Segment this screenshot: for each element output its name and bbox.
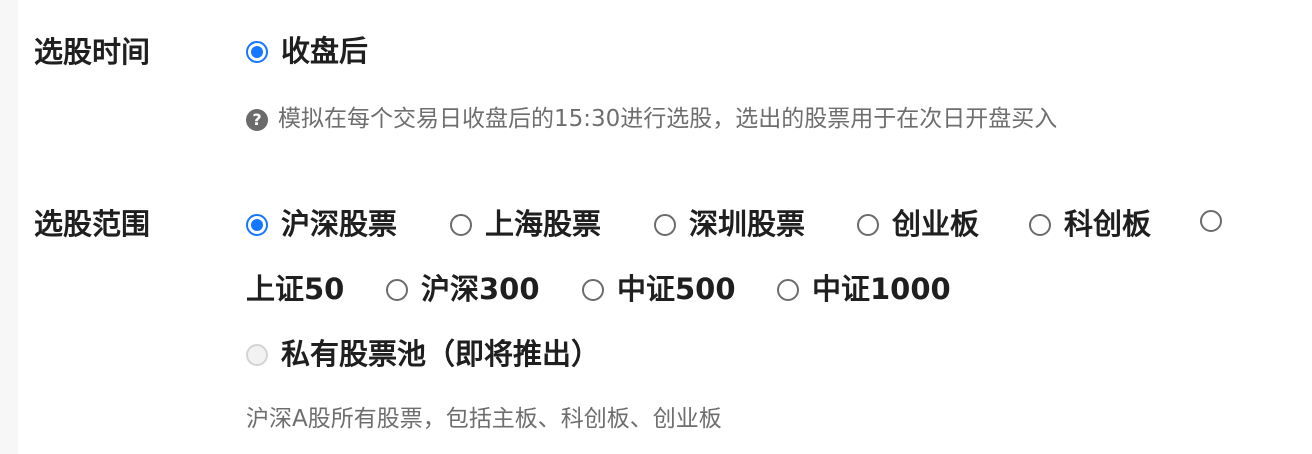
radio-hushen-stocks[interactable]: 沪深股票 [246,210,397,239]
radio-label: 中证500 [617,272,736,306]
radio-unchecked-icon [654,213,676,236]
radio-chinext[interactable]: 创业板 [857,210,979,239]
radio-unchecked-icon [777,278,799,301]
radio-csi1000[interactable]: 中证1000 [777,275,951,304]
radio-label: 私有股票池（即将推出） [281,337,601,371]
question-circle-icon[interactable]: ? [246,108,268,131]
radio-sse50[interactable] [1200,210,1222,232]
time-hint: ? 模拟在每个交易日收盘后的15:30进行选股，选出的股票用于在次日开盘买入 [246,108,1057,131]
time-hint-text: 模拟在每个交易日收盘后的15:30进行选股，选出的股票用于在次日开盘买入 [278,106,1058,132]
radio-unchecked-icon [857,213,879,236]
radio-unchecked-icon [582,278,604,301]
radio-csi500[interactable]: 中证500 [582,275,736,304]
radio-private-pool: 私有股票池（即将推出） [246,340,600,369]
radio-unchecked-icon [450,213,472,236]
radio-label-after-close: 收盘后 [281,34,369,68]
scope-hint: 沪深A股所有股票，包括主板、科创板、创业板 [246,408,722,431]
radio-label: 沪深300 [421,272,540,306]
radio-unchecked-icon [1200,210,1222,232]
radio-csi300[interactable]: 沪深300 [386,275,540,304]
radio-label: 中证1000 [812,272,951,306]
radio-shanghai-stocks[interactable]: 上海股票 [450,210,601,239]
radio-shenzhen-stocks[interactable]: 深圳股票 [654,210,805,239]
radio-label: 上海股票 [485,207,602,241]
radio-unchecked-icon [1029,213,1051,236]
scope-hint-text: 沪深A股所有股票，包括主板、科创板、创业板 [246,406,722,432]
radio-after-close[interactable]: 收盘后 [246,37,368,66]
radio-label: 创业板 [892,207,980,241]
radio-unchecked-icon [386,278,408,301]
radio-disabled-icon [246,343,268,366]
radio-checked-icon [246,213,268,236]
field-label-scope: 选股范围 [34,207,151,241]
radio-label: 深圳股票 [689,207,806,241]
field-label-time: 选股时间 [34,35,151,69]
radio-label-sse50[interactable]: 上证50 [246,275,344,304]
radio-checked-icon [246,40,268,63]
radio-star-market[interactable]: 科创板 [1029,210,1151,239]
left-strip [0,0,18,454]
radio-label: 科创板 [1064,207,1152,241]
radio-label: 沪深股票 [281,207,398,241]
